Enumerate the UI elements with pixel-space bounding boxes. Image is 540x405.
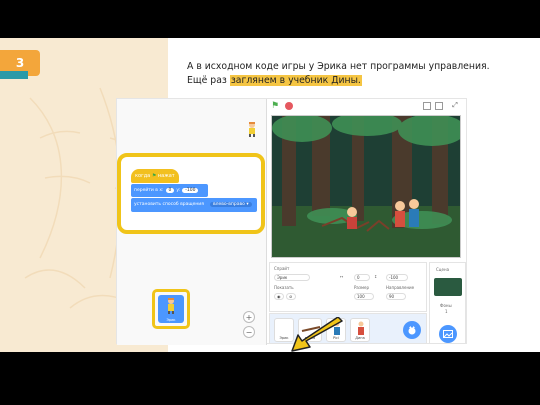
sprite-name-input[interactable]: Эрик: [274, 274, 310, 281]
image-icon: [443, 330, 453, 338]
instruction-line-1: А в исходном коде игры у Эрика нет прогр…: [187, 61, 490, 72]
x-arrows-icon: ↔: [340, 274, 344, 279]
selected-sprite-card: Эрик: [158, 295, 184, 323]
stage-thumbnail[interactable]: [434, 278, 462, 296]
show-hidden-toggle[interactable]: ⊘: [286, 293, 296, 300]
current-sprite-icon: [249, 122, 255, 137]
show-visible-toggle[interactable]: ◉: [274, 293, 284, 300]
add-sprite-button[interactable]: [403, 321, 421, 339]
y-input[interactable]: -100: [182, 188, 199, 193]
rotation-style-value: влево-вправо: [212, 202, 245, 207]
y-arrows-icon: ↕: [374, 274, 378, 279]
step-badge-accent: [0, 71, 28, 79]
slide: 3 А в исходном коде игры у Эрика нет про…: [0, 38, 540, 352]
rotation-style-dropdown[interactable]: влево-вправо ▾: [209, 202, 252, 207]
stage-pane[interactable]: Сцена Фоны 1: [429, 262, 466, 344]
show-label: Показать: [274, 285, 294, 290]
set-rotation-style-block[interactable]: установить способ вращения влево-вправо ▾: [131, 198, 257, 212]
direction-input[interactable]: 90: [386, 293, 406, 300]
bottom-letterbox: [0, 352, 540, 405]
when-flag-clicked-block[interactable]: когда ⚑ нажат: [131, 169, 179, 183]
instruction-prefix: Ещё раз: [187, 75, 230, 86]
hat-label-2: нажат: [157, 173, 175, 179]
code-area[interactable]: когда ⚑ нажат перейти в x: 0 y: -100 устано…: [117, 99, 267, 345]
size-input[interactable]: 100: [354, 293, 374, 300]
instruction-text: А в исходном коде игры у Эрика нет прогр…: [187, 60, 517, 88]
eric-sprite-icon: [168, 298, 174, 314]
add-backdrop-button[interactable]: [439, 325, 457, 343]
selected-sprite-label: Эрик: [166, 318, 176, 322]
goto-xy-block[interactable]: перейти в x: 0 y: -100: [131, 184, 208, 197]
stage[interactable]: [271, 115, 461, 258]
goto-label: перейти в x:: [134, 188, 164, 193]
forest-backdrop-icon: [272, 116, 460, 257]
sprite-label: Спрайт: [274, 266, 290, 271]
sprite-y-input[interactable]: -100: [386, 274, 408, 281]
backdrops-count: 1: [445, 309, 448, 314]
zoom-out-button[interactable]: −: [243, 326, 255, 338]
green-flag-button[interactable]: ⚑: [271, 101, 281, 111]
backdrops-label: Фоны: [440, 303, 452, 308]
green-flag-icon: ⚑: [151, 173, 157, 179]
sprite-info-panel: Спрайт Эрик Показать ◉ ⊘ ↔ 0 ↕ -100 Разм…: [269, 262, 427, 312]
x-input[interactable]: 0: [165, 188, 175, 193]
stop-button[interactable]: [285, 102, 293, 110]
fullscreen-icon[interactable]: ⤢: [451, 102, 459, 110]
large-stage-icon[interactable]: [435, 102, 443, 110]
sprite-card-label: Дина: [355, 336, 365, 340]
size-label: Размер: [354, 285, 370, 290]
sprite-x-input[interactable]: 0: [354, 274, 370, 281]
cat-icon: [408, 326, 416, 335]
y-label: y:: [176, 188, 181, 193]
dina-sprite-icon: [358, 321, 364, 335]
instruction-highlight: заглянем в учебник Дины.: [229, 75, 362, 86]
direction-label: Направление: [386, 285, 415, 290]
zoom-in-button[interactable]: +: [243, 311, 255, 323]
pointer-arrow-icon: [291, 317, 343, 352]
stage-label: Сцена: [436, 267, 450, 272]
selected-sprite-highlight[interactable]: Эрик: [152, 289, 190, 329]
hat-label: когда: [135, 173, 151, 179]
top-letterbox: [0, 0, 540, 38]
small-stage-icon[interactable]: [423, 102, 431, 110]
code-highlight-frame: когда ⚑ нажат перейти в x: 0 y: -100 устано…: [117, 153, 265, 234]
sprite-card-dina[interactable]: Дина: [350, 318, 370, 342]
instruction-line-2: Ещё раз заглянем в учебник Дины.: [187, 74, 517, 88]
set-rotation-label: установить способ вращения: [134, 202, 204, 207]
